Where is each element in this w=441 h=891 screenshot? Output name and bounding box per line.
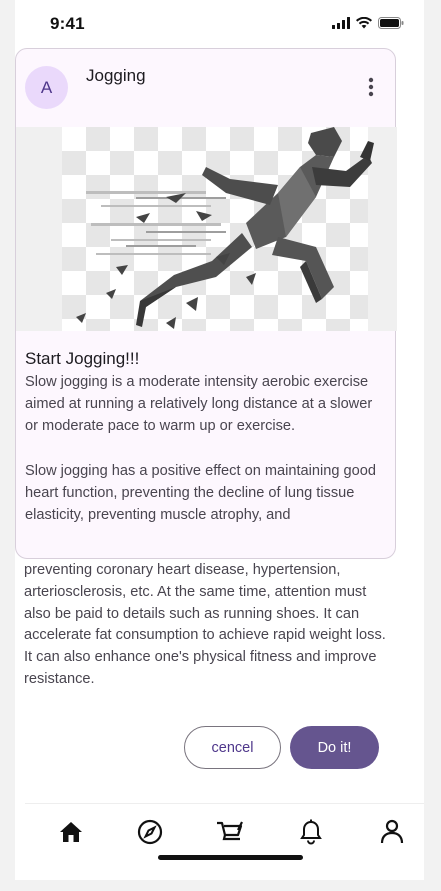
card-title: Jogging xyxy=(86,66,146,85)
home-indicator[interactable] xyxy=(158,855,303,860)
wifi-icon xyxy=(356,17,372,29)
signal-icon xyxy=(332,17,350,29)
nav-item-home[interactable] xyxy=(57,818,85,846)
card-subtitle: Start Jogging!!! xyxy=(25,349,140,368)
card-media-image xyxy=(16,127,397,331)
body-paragraph-1: Slow jogging is a moderate intensity aer… xyxy=(25,374,373,434)
nav-item-explore[interactable] xyxy=(136,818,164,846)
avatar[interactable]: A xyxy=(25,66,68,109)
do-it-button[interactable]: Do it! xyxy=(290,726,379,769)
bell-icon xyxy=(300,819,322,845)
person-icon xyxy=(380,819,404,844)
battery-icon xyxy=(378,17,404,29)
runner-illustration xyxy=(76,127,374,329)
home-icon xyxy=(60,822,82,842)
body-paragraph-2-start: Slow jogging has a positive effect on ma… xyxy=(25,463,377,523)
nav-item-cart[interactable] xyxy=(216,818,244,846)
card-header: A Jogging xyxy=(16,49,397,127)
nav-item-notifications[interactable] xyxy=(297,818,325,846)
cancel-button[interactable]: cencel xyxy=(184,726,281,769)
status-icons xyxy=(332,17,404,29)
body-paragraph-2-overflow: preventing coronary heart disease, hyper… xyxy=(24,562,386,687)
more-vert-icon xyxy=(368,77,374,97)
more-options-button[interactable] xyxy=(359,75,383,99)
phone-screen: 9:41 A Jogging Start Jogging!!! Slow jog… xyxy=(15,0,424,880)
cart-icon xyxy=(217,821,243,841)
compass-icon xyxy=(137,819,163,845)
status-time: 9:41 xyxy=(50,14,85,33)
card-body: Start Jogging!!! Slow jogging is a moder… xyxy=(25,349,387,527)
content-card: A Jogging Start Jogging!!! Slow jogging … xyxy=(15,48,397,559)
nav-item-profile[interactable] xyxy=(378,818,406,846)
status-bar: 9:41 xyxy=(15,0,424,48)
